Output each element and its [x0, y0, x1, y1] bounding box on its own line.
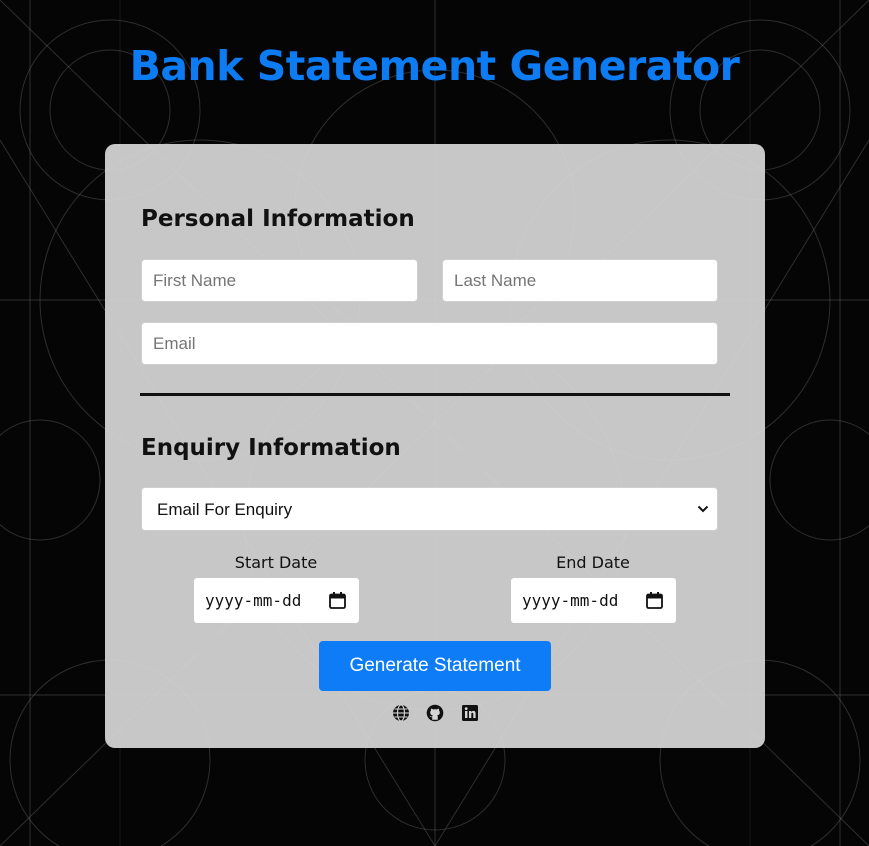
- start-date-placeholder: yyyy-mm-dd: [205, 591, 302, 610]
- last-name-input[interactable]: [442, 259, 718, 302]
- generate-statement-button[interactable]: Generate Statement: [319, 641, 551, 691]
- first-name-input[interactable]: [141, 259, 418, 302]
- calendar-icon[interactable]: [646, 592, 663, 609]
- enquiry-info-heading: Enquiry Information: [141, 435, 401, 461]
- start-date-input[interactable]: yyyy-mm-dd: [194, 578, 359, 623]
- form-card: Personal Information Enquiry Information…: [105, 144, 765, 748]
- globe-icon[interactable]: [392, 704, 410, 722]
- chevron-down-icon: [697, 505, 709, 513]
- end-date-label: End Date: [556, 553, 630, 572]
- end-date-placeholder: yyyy-mm-dd: [522, 591, 619, 610]
- page-title: Bank Statement Generator: [129, 42, 740, 90]
- linkedin-icon[interactable]: [461, 704, 479, 722]
- enquiry-type-value: Email For Enquiry: [157, 500, 293, 519]
- end-date-input[interactable]: yyyy-mm-dd: [511, 578, 676, 623]
- email-input[interactable]: [141, 322, 718, 365]
- github-icon[interactable]: [426, 704, 444, 722]
- start-date-label: Start Date: [234, 553, 318, 572]
- enquiry-type-select[interactable]: Email For Enquiry: [141, 487, 718, 531]
- section-divider: [140, 393, 730, 396]
- calendar-icon[interactable]: [329, 592, 346, 609]
- personal-info-heading: Personal Information: [141, 206, 415, 232]
